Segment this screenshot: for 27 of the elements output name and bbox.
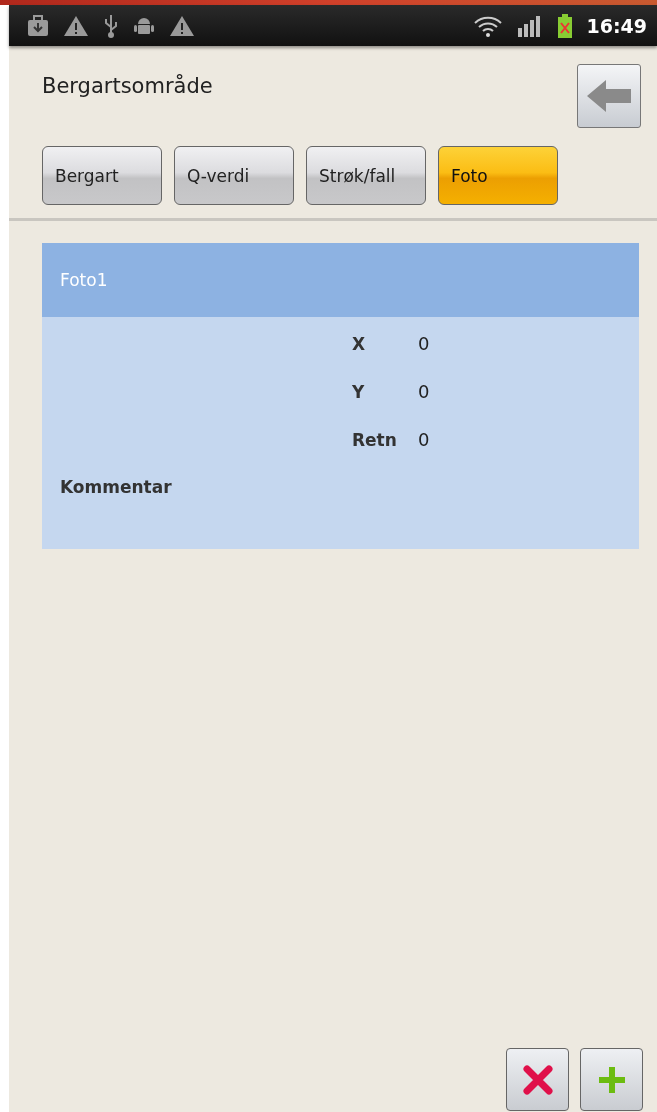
signal-icon <box>516 14 543 37</box>
wifi-icon <box>472 14 503 37</box>
field-label: X <box>352 333 367 354</box>
delete-button[interactable] <box>506 1048 569 1111</box>
download-icon <box>27 14 49 37</box>
field-label: Y <box>352 381 366 402</box>
field-label: Retn <box>352 429 398 450</box>
tab[interactable]: Bergart <box>42 146 162 205</box>
usb-icon <box>103 12 119 39</box>
field-value: 0 <box>418 333 431 354</box>
warning-icon <box>63 14 89 37</box>
plus-icon <box>596 1064 627 1095</box>
field-value: 0 <box>418 429 431 450</box>
clock: 16:49 <box>586 14 647 37</box>
battery-icon <box>556 13 573 38</box>
warning-icon <box>169 14 195 37</box>
back-button[interactable] <box>577 64 641 128</box>
tab[interactable]: Strøk/fall <box>306 146 426 205</box>
screen-title: Bergartsområde <box>42 74 214 98</box>
back-arrow-icon <box>586 79 632 113</box>
add-button[interactable] <box>580 1048 643 1111</box>
field-value: 0 <box>418 381 431 402</box>
photo-name: Foto1 <box>60 270 108 290</box>
tab[interactable]: Foto <box>438 146 558 205</box>
close-icon <box>521 1063 554 1096</box>
comment-label: Kommentar <box>60 477 172 497</box>
tab[interactable]: Q-verdi <box>174 146 294 205</box>
